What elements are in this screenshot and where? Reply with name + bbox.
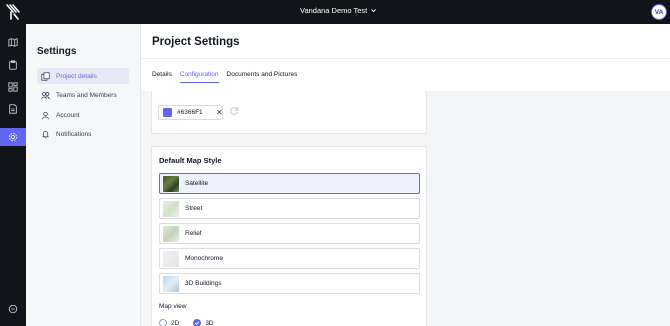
chat-icon xyxy=(8,304,18,314)
rail-map-button[interactable] xyxy=(0,33,26,51)
relief-thumbnail xyxy=(163,225,179,242)
gear-icon xyxy=(8,132,18,142)
sidebar-item-label: Teams and Members xyxy=(56,91,117,99)
color-hex-value: #6366F1 xyxy=(177,109,203,116)
map-view-label: Map view xyxy=(159,303,187,310)
tab-details[interactable]: Details xyxy=(152,71,172,83)
project-name: Vandana Demo Test xyxy=(300,6,368,15)
map-style-3d-buildings[interactable]: 3D Buildings xyxy=(159,273,420,294)
map-icon xyxy=(8,38,18,47)
rail-settings-button[interactable] xyxy=(0,128,26,146)
project-icon xyxy=(40,71,50,81)
map-style-street[interactable]: Street xyxy=(159,198,420,219)
color-swatch xyxy=(163,108,172,117)
sidebar-item-teams[interactable]: Teams and Members xyxy=(37,87,129,103)
tab-configuration[interactable]: Configuration xyxy=(179,71,219,83)
radio-2d-label: 2D xyxy=(171,319,180,326)
user-avatar[interactable]: VA xyxy=(651,4,667,20)
radio-3d[interactable] xyxy=(193,319,202,326)
radio-3d-label: 3D xyxy=(205,319,214,326)
rail-tasks-button[interactable] xyxy=(0,56,26,74)
chevron-down-icon xyxy=(371,9,377,13)
icon-rail xyxy=(0,24,26,326)
sidebar-item-project-details[interactable]: Project details xyxy=(37,68,129,84)
map-style-label: Relief xyxy=(185,230,202,237)
sidebar-item-label: Project details xyxy=(56,72,97,80)
map-style-card: Default Map Style Satellite Street Relie… xyxy=(151,146,427,326)
map-style-monochrome[interactable]: Monochrome xyxy=(159,248,420,269)
color-chip[interactable]: #6366F1 ✕ xyxy=(158,105,223,120)
project-color-card: #6366F1 ✕ xyxy=(151,91,427,134)
monochrome-thumbnail xyxy=(163,250,179,267)
map-style-satellite[interactable]: Satellite xyxy=(159,173,420,194)
sidebar-item-label: Notifications xyxy=(56,130,92,138)
avatar-initials: VA xyxy=(654,8,664,16)
map-style-heading: Default Map Style xyxy=(159,156,222,165)
map-style-label: 3D Buildings xyxy=(185,280,222,287)
check-icon xyxy=(195,321,200,326)
map-style-relief[interactable]: Relief xyxy=(159,223,420,244)
user-icon xyxy=(40,110,50,120)
header-divider xyxy=(141,58,670,59)
settings-sidebar: Settings Project details Teams and Membe… xyxy=(26,24,141,326)
dashboard-icon xyxy=(8,82,18,92)
map-view-radio-group: 2D 3D xyxy=(159,319,224,326)
bell-icon xyxy=(40,129,50,139)
street-thumbnail xyxy=(163,200,179,217)
radio-2d[interactable] xyxy=(159,319,167,326)
rail-documents-button[interactable] xyxy=(0,100,26,118)
refresh-icon[interactable] xyxy=(229,106,239,116)
app-logo-icon[interactable] xyxy=(5,3,21,21)
tab-documents-pictures[interactable]: Documents and Pictures xyxy=(227,71,298,83)
sidebar-item-notifications[interactable]: Notifications xyxy=(37,126,129,142)
sidebar-item-account[interactable]: Account xyxy=(37,107,129,123)
sidebar-item-label: Account xyxy=(56,111,80,119)
document-icon xyxy=(9,104,17,114)
map-style-label: Monochrome xyxy=(185,255,223,262)
map-style-label: Satellite xyxy=(185,180,209,187)
page-title: Project Settings xyxy=(152,36,240,48)
close-icon[interactable]: ✕ xyxy=(216,108,223,117)
settings-tabs: Details Configuration Documents and Pict… xyxy=(152,71,297,83)
team-icon xyxy=(40,90,50,100)
clipboard-icon xyxy=(9,60,17,70)
map-style-label: Street xyxy=(185,205,203,212)
buildings-thumbnail xyxy=(163,275,179,292)
configuration-panel[interactable]: #6366F1 ✕ Default Map Style Satellite St… xyxy=(141,91,670,326)
rail-chat-button[interactable] xyxy=(0,300,26,318)
sidebar-title: Settings xyxy=(37,46,77,57)
project-switcher[interactable]: Vandana Demo Test xyxy=(300,6,377,15)
satellite-thumbnail xyxy=(163,175,179,192)
rail-dashboard-button[interactable] xyxy=(0,78,26,96)
top-bar: Vandana Demo Test VA xyxy=(0,0,670,24)
